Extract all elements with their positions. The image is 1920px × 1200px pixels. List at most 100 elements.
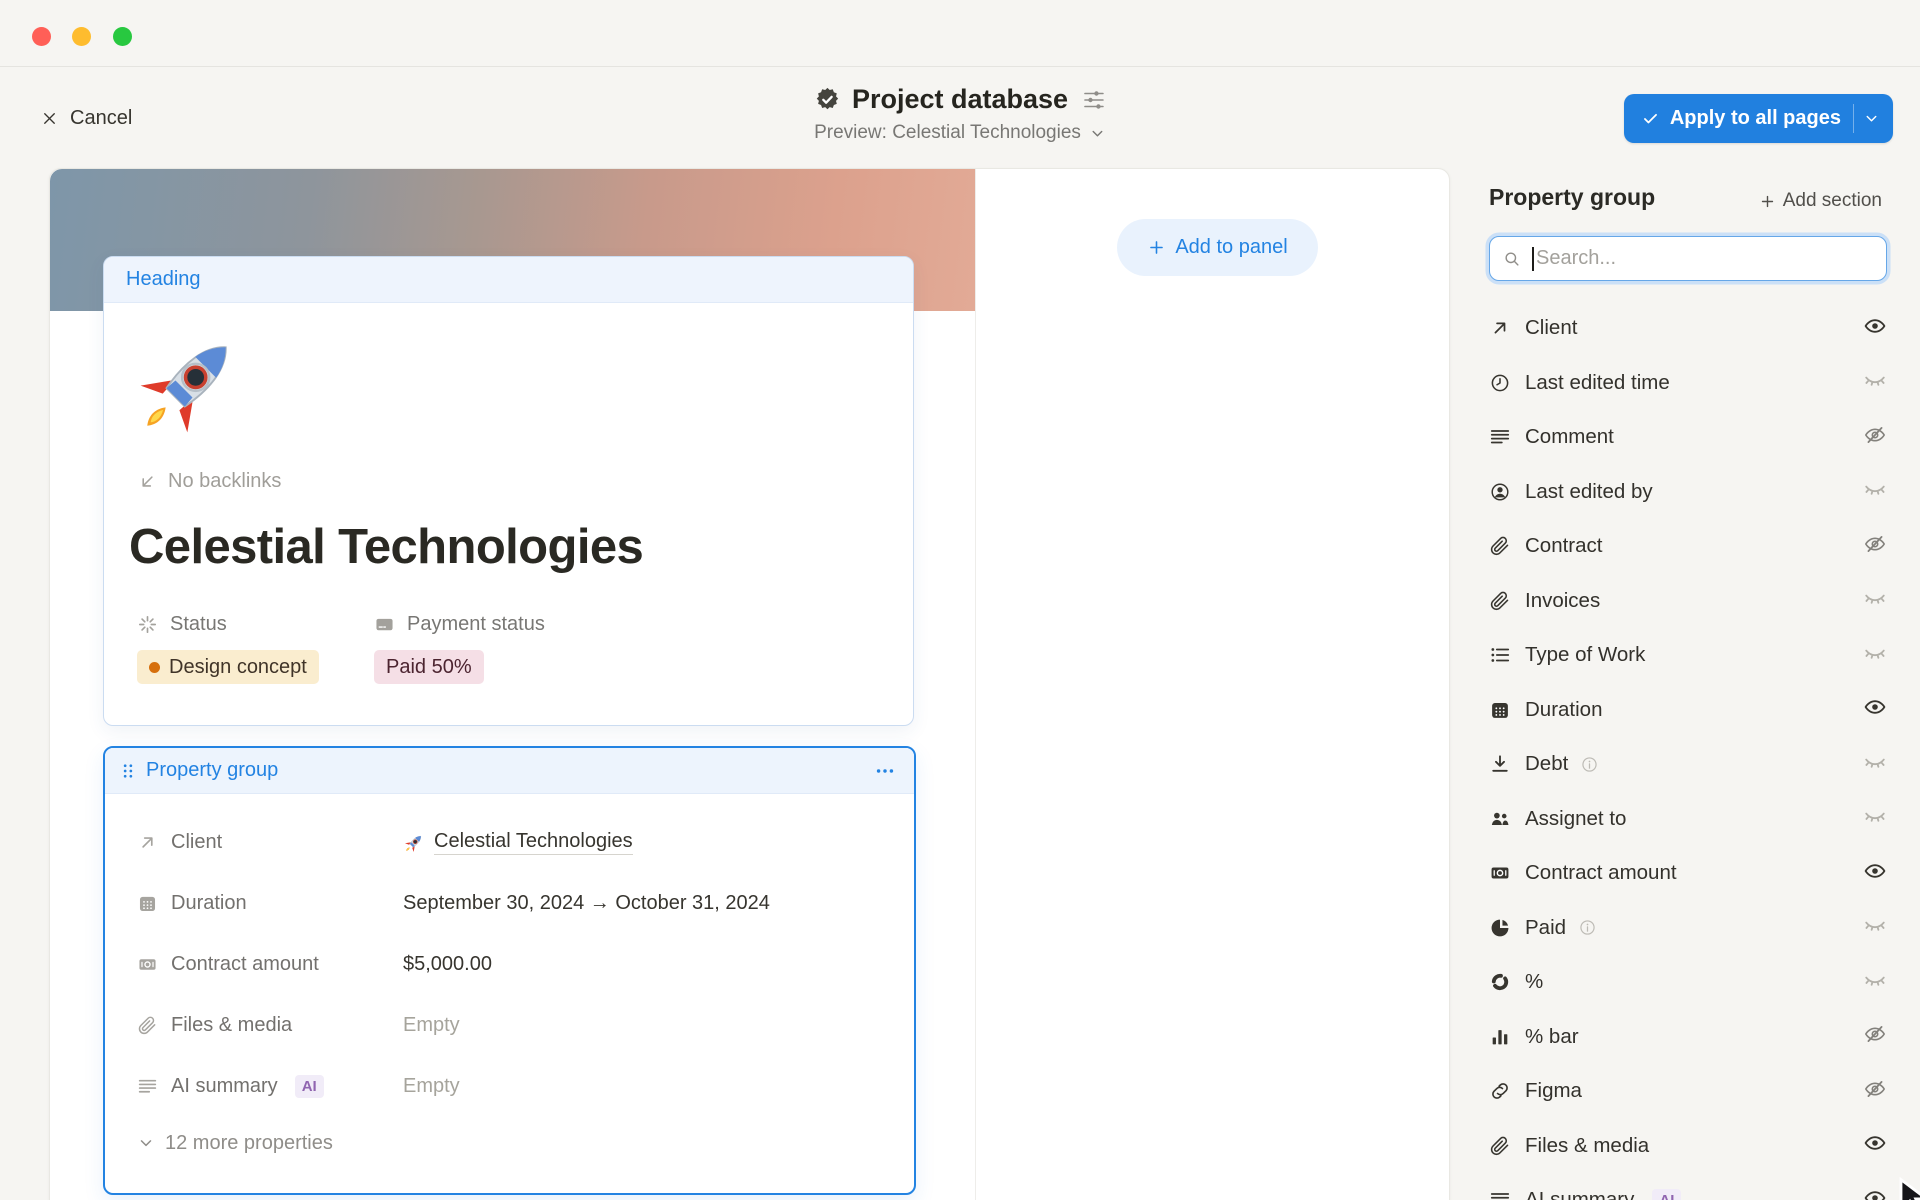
sidebar-item-type-of-work[interactable]: Type of Work [1489, 628, 1887, 683]
property-rows: Client Celestial Technologies Duration S… [137, 812, 890, 1117]
donut-icon [1489, 971, 1511, 993]
property-value[interactable]: Empty [403, 1075, 460, 1098]
eye-closed-icon[interactable] [1863, 641, 1887, 670]
page-title: Project database [852, 84, 1068, 115]
money-icon [137, 954, 158, 975]
property-label: Files & media [171, 1014, 292, 1037]
payment-status-badge[interactable]: Paid 50% [374, 650, 484, 684]
heading-fields: Status Design concept Payment status Pai… [137, 613, 545, 684]
backlinks-row[interactable]: No backlinks [137, 470, 281, 493]
arrow-ne-icon [1489, 317, 1511, 339]
eye-slash-icon[interactable] [1863, 423, 1887, 452]
sidebar-item-contract-amount[interactable]: Contract amount [1489, 846, 1887, 901]
eye-slash-icon[interactable] [1863, 532, 1887, 561]
paperclip-icon [1489, 1135, 1511, 1157]
calendar-icon [137, 893, 158, 914]
property-label: Comment [1525, 425, 1614, 449]
pie-icon [1489, 917, 1511, 939]
sliders-icon[interactable] [1082, 88, 1106, 112]
property-group-label: Property group [146, 759, 278, 782]
status-badge[interactable]: Design concept [137, 650, 319, 684]
ai-badge: AI [1652, 1189, 1681, 1200]
add-to-panel-button[interactable]: Add to panel [1117, 219, 1318, 276]
sidebar-item-last-edited-time[interactable]: Last edited time [1489, 356, 1887, 411]
property-row-files-media[interactable]: Files & media Empty [137, 995, 890, 1056]
eye-open-icon[interactable] [1863, 859, 1887, 888]
property-label: Assignet to [1525, 807, 1626, 831]
property-label: AI summary [171, 1075, 278, 1098]
property-label: Invoices [1525, 589, 1600, 613]
window-titlebar [0, 0, 1920, 67]
property-row-client[interactable]: Client Celestial Technologies [137, 812, 890, 873]
sidebar-item-files-media[interactable]: Files & media [1489, 1119, 1887, 1174]
eye-open-icon[interactable] [1863, 1186, 1887, 1200]
app-window: { "titlebar": { "controls": [ {"name": "… [0, 0, 1920, 1200]
eye-slash-icon[interactable] [1863, 1077, 1887, 1106]
property-row-duration[interactable]: Duration September 30, 2024 → October 31… [137, 873, 890, 934]
info-icon[interactable] [1580, 755, 1599, 774]
property-row-contract-amount[interactable]: Contract amount $5,000.00 [137, 934, 890, 995]
link-icon [1489, 1080, 1511, 1102]
property-value[interactable]: $5,000.00 [403, 953, 492, 976]
maximize-window-button[interactable] [113, 27, 132, 46]
search-input[interactable]: Search... [1489, 236, 1887, 281]
sidebar-item-assignet-to[interactable]: Assignet to [1489, 792, 1887, 847]
drag-handle-icon[interactable] [119, 762, 137, 780]
sidebar-item-client[interactable]: Client [1489, 301, 1887, 356]
sidebar-item-bar[interactable]: % bar [1489, 1010, 1887, 1065]
text-lines-icon [1489, 426, 1511, 448]
property-value[interactable]: September 30, 2024 → October 31, 2024 [403, 892, 770, 915]
eye-closed-icon[interactable] [1863, 804, 1887, 833]
more-properties-label: 12 more properties [165, 1132, 333, 1155]
sidebar-item-duration[interactable]: Duration [1489, 683, 1887, 738]
eye-closed-icon[interactable] [1863, 586, 1887, 615]
sidebar-item-invoices[interactable]: Invoices [1489, 574, 1887, 629]
eye-slash-icon[interactable] [1863, 1022, 1887, 1051]
cancel-button[interactable]: Cancel [40, 100, 132, 136]
apply-label: Apply to all pages [1670, 107, 1841, 130]
eye-open-icon[interactable] [1863, 314, 1887, 343]
sidebar-item-contract[interactable]: Contract [1489, 519, 1887, 574]
sidebar-item-comment[interactable]: Comment [1489, 410, 1887, 465]
preview-selector[interactable]: Preview: Celestial Technologies [814, 122, 1106, 144]
property-value[interactable]: Celestial Technologies [403, 830, 633, 855]
eye-closed-icon[interactable] [1863, 913, 1887, 942]
toolbar-title-group: Project database Preview: Celestial Tech… [814, 84, 1106, 144]
add-section-button[interactable]: Add section [1759, 190, 1882, 212]
eye-open-icon[interactable] [1863, 695, 1887, 724]
sidebar-item-last-edited-by[interactable]: Last edited by [1489, 465, 1887, 520]
eye-closed-icon[interactable] [1863, 477, 1887, 506]
more-properties-toggle[interactable]: 12 more properties [137, 1125, 333, 1161]
text-lines-icon [137, 1076, 158, 1097]
sidebar-item-ai-summary[interactable]: AI summary AI [1489, 1173, 1887, 1200]
apply-to-all-pages-button[interactable]: Apply to all pages [1624, 94, 1893, 143]
eye-open-icon[interactable] [1863, 1131, 1887, 1160]
info-icon[interactable] [1578, 918, 1597, 937]
minimize-window-button[interactable] [72, 27, 91, 46]
heading-block[interactable]: Heading No backlinks Celestial Technolog… [103, 256, 914, 726]
chevron-down-icon [137, 1134, 155, 1152]
sidebar-item-paid[interactable]: Paid [1489, 901, 1887, 956]
property-group-block[interactable]: Property group Client Celestial Technolo… [103, 746, 916, 1195]
eye-closed-icon[interactable] [1863, 368, 1887, 397]
sidebar-item-debt[interactable]: Debt [1489, 737, 1887, 792]
verified-badge-icon [814, 86, 841, 113]
add-section-label: Add section [1783, 190, 1882, 212]
sidebar-item-[interactable]: % [1489, 955, 1887, 1010]
chevron-down-icon[interactable] [1863, 110, 1880, 127]
property-label: Figma [1525, 1079, 1582, 1103]
eye-closed-icon[interactable] [1863, 968, 1887, 997]
arrow-ne-icon [137, 832, 158, 853]
property-label: Last edited by [1525, 480, 1653, 504]
bar-chart-icon [1489, 1026, 1511, 1048]
property-row-ai-summary[interactable]: AI summaryAI Empty [137, 1056, 890, 1117]
close-window-button[interactable] [32, 27, 51, 46]
plus-icon [1147, 238, 1166, 257]
eye-closed-icon[interactable] [1863, 750, 1887, 779]
property-label: Contract amount [1525, 861, 1677, 885]
sidebar-item-figma[interactable]: Figma [1489, 1064, 1887, 1119]
more-options-icon[interactable] [874, 760, 896, 782]
spinner-icon [137, 614, 158, 635]
property-value[interactable]: Empty [403, 1014, 460, 1037]
heading-field-status: Status Design concept [137, 613, 374, 684]
